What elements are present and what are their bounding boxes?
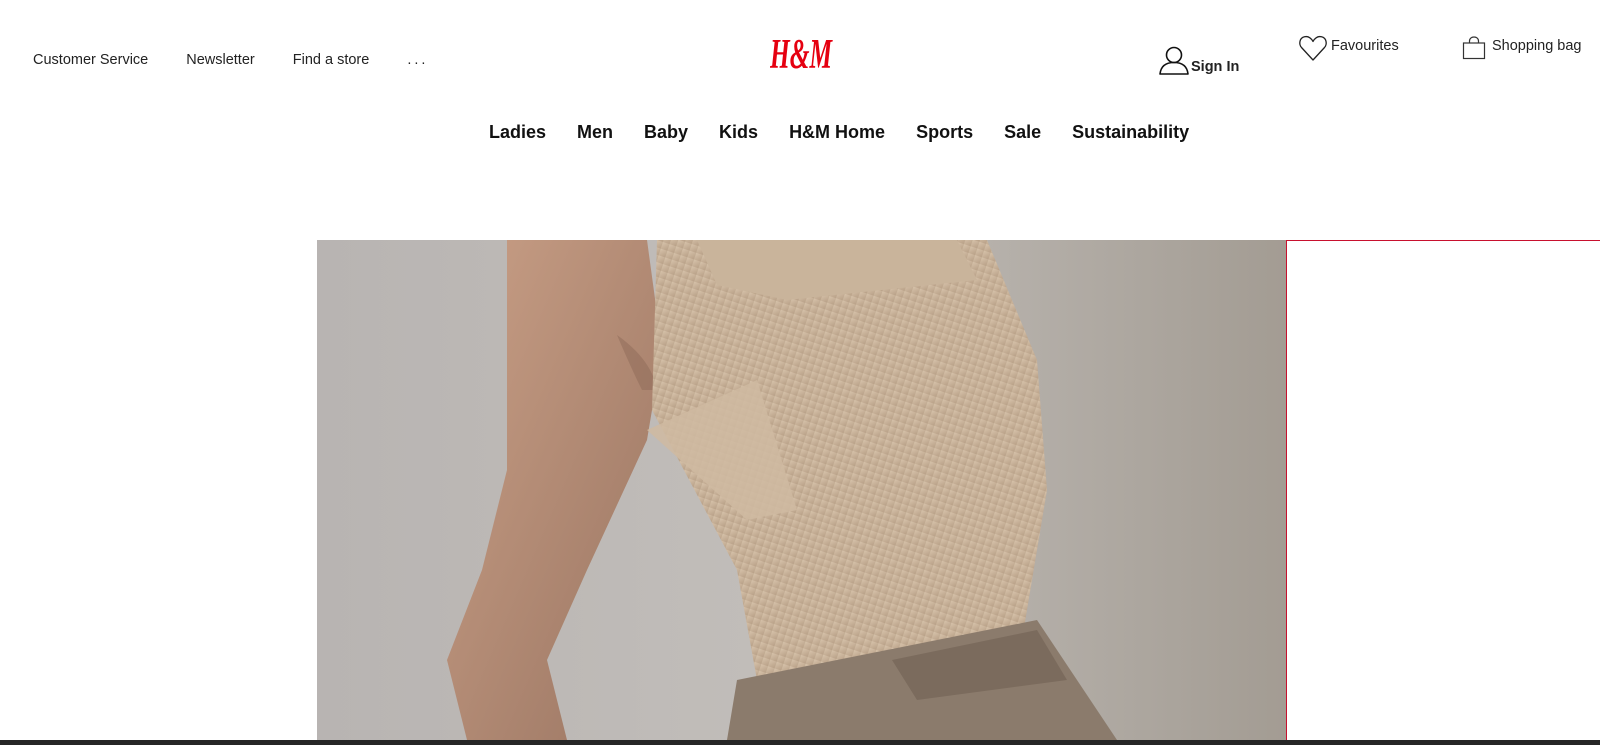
bottom-bar [0, 740, 1600, 745]
find-store-link[interactable]: Find a store [293, 52, 370, 68]
shopping-bag-label: Shopping bag [1492, 38, 1582, 54]
sign-in-label: Sign In [1191, 59, 1240, 75]
user-icon [1158, 44, 1190, 81]
svg-text:H&M: H&M [770, 32, 833, 76]
hero-photo [317, 240, 1286, 740]
newsletter-link[interactable]: Newsletter [186, 52, 255, 68]
shopping-bag-link[interactable]: Shopping bag [1462, 36, 1582, 65]
shopping-bag-icon [1462, 36, 1486, 65]
utility-nav: Customer Service Newsletter Find a store… [33, 52, 428, 68]
nav-baby[interactable]: Baby [644, 122, 688, 143]
nav-kids[interactable]: Kids [719, 122, 758, 143]
sign-in-button[interactable]: Sign In [1158, 44, 1239, 81]
heart-icon [1298, 33, 1328, 68]
nav-sale[interactable]: Sale [1004, 122, 1041, 143]
nav-sports[interactable]: Sports [916, 122, 973, 143]
main-category-nav: Ladies Men Baby Kids H&M Home Sports Sal… [489, 122, 1189, 143]
favourites-link[interactable]: Favourites [1298, 33, 1399, 68]
nav-sustainability[interactable]: Sustainability [1072, 122, 1189, 143]
customer-service-link[interactable]: Customer Service [33, 52, 148, 68]
nav-men[interactable]: Men [577, 122, 613, 143]
nav-home[interactable]: H&M Home [789, 122, 885, 143]
nav-ladies[interactable]: Ladies [489, 122, 546, 143]
side-panel [1286, 240, 1600, 740]
hero-campaign-image[interactable] [317, 240, 1286, 740]
favourites-label: Favourites [1331, 38, 1399, 54]
hm-logo[interactable]: H&M [769, 26, 834, 78]
more-links-button[interactable]: ... [407, 52, 428, 68]
hm-logo-mark: H&M [769, 32, 833, 78]
